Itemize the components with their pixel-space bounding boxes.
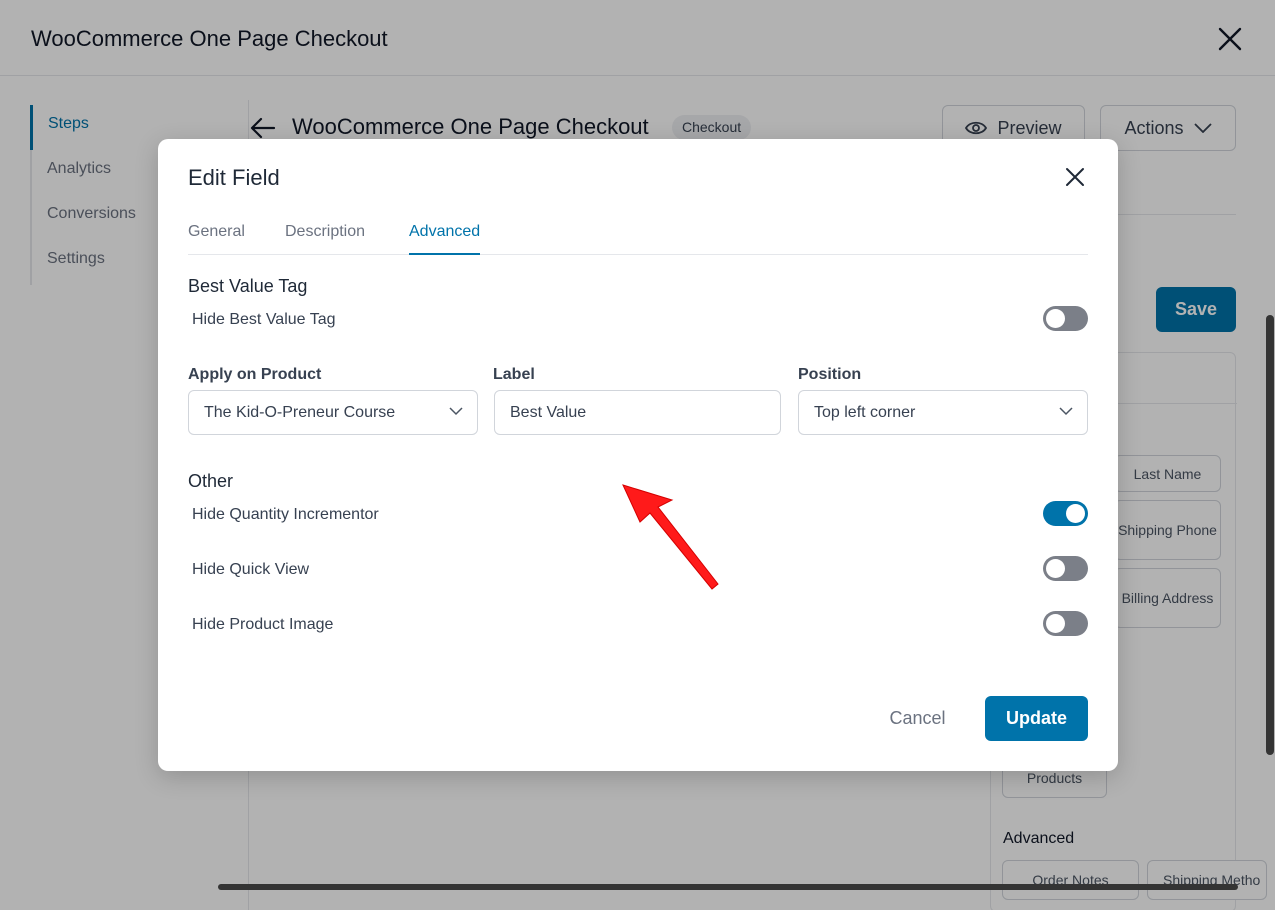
cancel-button[interactable]: Cancel bbox=[870, 696, 965, 741]
toggle-knob bbox=[1046, 309, 1065, 328]
tab-advanced[interactable]: Advanced bbox=[409, 223, 481, 255]
toggle-knob bbox=[1046, 559, 1065, 578]
hide-quantity-label: Hide Quantity Incrementor bbox=[192, 506, 379, 523]
apply-on-product-value: The Kid-O-Preneur Course bbox=[204, 404, 396, 421]
toggle-knob bbox=[1066, 504, 1085, 523]
apply-on-product-select[interactable]: The Kid-O-Preneur Course bbox=[188, 390, 478, 435]
modal-title: Edit Field bbox=[188, 165, 280, 190]
close-icon[interactable] bbox=[1063, 165, 1087, 189]
tab-description[interactable]: Description bbox=[285, 223, 365, 255]
label-field-label: Label bbox=[493, 366, 535, 383]
label-input-value: Best Value bbox=[510, 404, 587, 421]
position-label: Position bbox=[798, 366, 862, 383]
edit-field-modal: Edit Field General Description Advanced … bbox=[158, 139, 1118, 771]
hide-quick-view-toggle[interactable] bbox=[1043, 556, 1088, 581]
best-value-section-title: Best Value Tag bbox=[188, 276, 308, 296]
modal-tabs: General Description Advanced bbox=[188, 223, 1088, 255]
other-section-title: Other bbox=[188, 471, 234, 491]
hide-quantity-toggle[interactable] bbox=[1043, 501, 1088, 526]
chevron-down-icon bbox=[1059, 407, 1073, 416]
hide-product-image-toggle[interactable] bbox=[1043, 611, 1088, 636]
hide-quick-view-label: Hide Quick View bbox=[192, 561, 310, 578]
chevron-down-icon bbox=[449, 407, 463, 416]
position-select[interactable]: Top left corner bbox=[798, 390, 1088, 435]
hide-best-value-label: Hide Best Value Tag bbox=[192, 311, 336, 328]
annotation-arrow-icon bbox=[622, 484, 719, 590]
hide-product-image-label: Hide Product Image bbox=[192, 616, 334, 633]
toggle-knob bbox=[1046, 614, 1065, 633]
update-button[interactable]: Update bbox=[985, 696, 1088, 741]
position-value: Top left corner bbox=[814, 404, 916, 421]
apply-on-product-label: Apply on Product bbox=[188, 366, 322, 383]
label-input[interactable]: Best Value bbox=[494, 390, 781, 435]
tab-general[interactable]: General bbox=[188, 223, 245, 255]
hide-best-value-toggle[interactable] bbox=[1043, 306, 1088, 331]
